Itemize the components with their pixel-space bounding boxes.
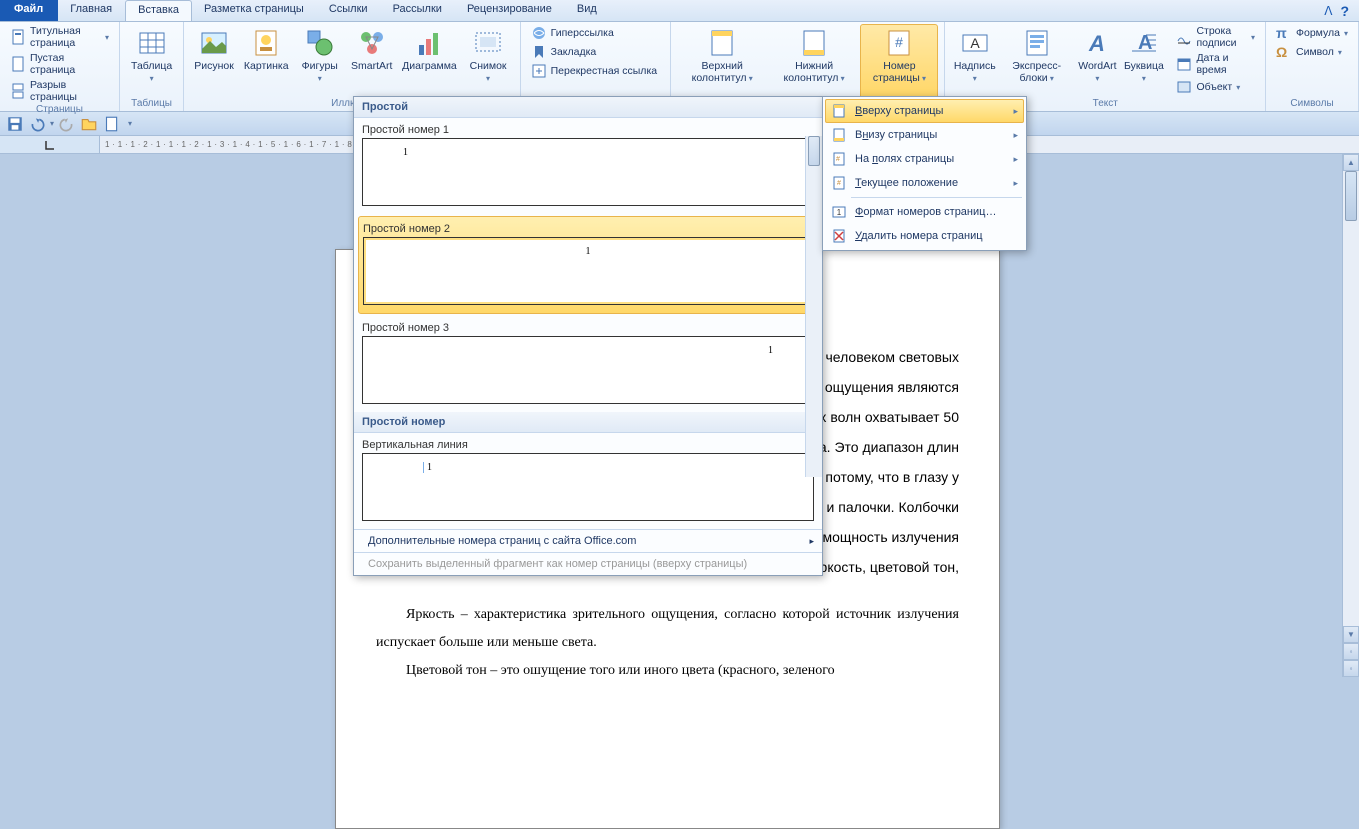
prev-page-icon[interactable]: ◦ — [1343, 643, 1359, 660]
dropcap-button[interactable]: AБуквица — [1121, 24, 1166, 98]
bookmark-button[interactable]: Закладка — [527, 43, 664, 61]
page-number-gallery: Простой Простой номер 1 1 Простой номер … — [353, 96, 823, 576]
new-icon[interactable] — [102, 115, 120, 133]
gallery-item-1[interactable]: Простой номер 1 1 — [354, 118, 822, 214]
open-icon[interactable] — [80, 115, 98, 133]
table-button[interactable]: Таблица — [126, 24, 177, 98]
tab-mailings[interactable]: Рассылки — [381, 0, 455, 21]
symbol-button[interactable]: ΩСимвол — [1272, 43, 1352, 61]
group-symbols: πФормула ΩСимвол Символы — [1266, 22, 1359, 111]
redo-icon[interactable] — [58, 115, 76, 133]
shapes-button[interactable]: Фигуры — [295, 24, 345, 98]
group-label-symbols: Символы — [1272, 98, 1352, 111]
datetime-button[interactable]: Дата и время — [1172, 51, 1259, 77]
menu-top-of-page[interactable]: Вверху страницы▸ — [825, 99, 1024, 123]
menu-bottom-of-page[interactable]: Внизу страницы▸ — [825, 123, 1024, 147]
screenshot-button[interactable]: Снимок — [463, 24, 514, 98]
menu-format-page-numbers[interactable]: 1 Формат номеров страниц… — [825, 200, 1024, 224]
doc-para-3: Цветовой тон – это ошущение того или ино… — [376, 657, 959, 685]
crossref-button[interactable]: Перекрестная ссылка — [527, 62, 664, 80]
help-icon[interactable]: ? — [1340, 3, 1349, 19]
ribbon-tabs: Файл Главная Вставка Разметка страницы С… — [0, 0, 1359, 22]
hyperlink-button[interactable]: Гиперссылка — [527, 24, 664, 42]
menu-remove-page-numbers[interactable]: Удалить номера страниц — [825, 224, 1024, 248]
smartart-button[interactable]: SmartArt — [347, 24, 396, 98]
ruler-tab-selector[interactable] — [0, 136, 100, 153]
tab-file[interactable]: Файл — [0, 0, 58, 21]
textbox-button[interactable]: AНадпись — [951, 24, 998, 98]
object-button[interactable]: Объект — [1172, 78, 1259, 96]
scroll-down-icon[interactable]: ▼ — [1343, 626, 1359, 643]
group-pages: Титульная страница Пустая страница Разры… — [0, 22, 120, 111]
gallery-more-office[interactable]: # Дополнительные номера страниц с сайта … — [354, 529, 822, 552]
qat-customize-icon[interactable]: ▾ — [128, 119, 132, 128]
group-label-tables: Таблицы — [126, 98, 177, 111]
svg-text:#: # — [837, 180, 841, 187]
chart-button[interactable]: Диаграмма — [398, 24, 460, 98]
picture-button[interactable]: Рисунок — [190, 24, 238, 98]
tab-references[interactable]: Ссылки — [317, 0, 381, 21]
gallery-item-4[interactable]: Вертикальная линия 1 — [354, 433, 822, 529]
scroll-up-icon[interactable]: ▲ — [1343, 154, 1359, 171]
page-break-button[interactable]: Разрыв страницы — [6, 78, 113, 104]
signature-line-button[interactable]: Строка подписи — [1172, 24, 1259, 50]
equation-button[interactable]: πФормула — [1272, 24, 1352, 42]
wordart-button[interactable]: AWordArt — [1075, 24, 1119, 98]
svg-text:#: # — [836, 156, 840, 163]
menu-page-margins[interactable]: # На полях страницы▸ — [825, 147, 1024, 171]
gallery-save-selection: Сохранить выделенный фрагмент как номер … — [354, 552, 822, 575]
gallery-header-simple: Простой — [354, 97, 822, 118]
undo-icon[interactable] — [28, 115, 46, 133]
blank-page-button[interactable]: Пустая страница — [6, 51, 113, 77]
tab-insert[interactable]: Вставка — [125, 0, 192, 21]
minimize-ribbon-icon[interactable]: ᐱ — [1324, 4, 1332, 18]
doc-para-2: Яркость – характеристика зрительного ощу… — [376, 601, 959, 657]
next-page-icon[interactable]: ◦ — [1343, 660, 1359, 677]
gallery-item-2[interactable]: Простой номер 2 1 — [358, 216, 818, 314]
tab-layout[interactable]: Разметка страницы — [192, 0, 317, 21]
group-label-pages: Страницы — [6, 104, 113, 117]
menu-current-position[interactable]: # Текущее положение▸ — [825, 171, 1024, 195]
scroll-thumb[interactable] — [1345, 171, 1357, 221]
clipart-button[interactable]: Картинка — [240, 24, 293, 98]
svg-text:#: # — [896, 34, 904, 50]
gallery-header-simple2: Простой номер — [354, 412, 822, 433]
gallery-scrollbar[interactable] — [805, 136, 822, 477]
title-page-button[interactable]: Титульная страница — [6, 24, 113, 50]
group-tables: Таблица Таблицы — [120, 22, 184, 111]
quickparts-button[interactable]: Экспресс-блоки — [1000, 24, 1073, 98]
tab-view[interactable]: Вид — [565, 0, 610, 21]
page-number-menu: Вверху страницы▸ Внизу страницы▸ # На по… — [822, 96, 1027, 251]
save-icon[interactable] — [6, 115, 24, 133]
tab-home[interactable]: Главная — [58, 0, 125, 21]
gallery-item-3[interactable]: Простой номер 3 1 — [354, 316, 822, 412]
svg-text:A: A — [1088, 31, 1105, 56]
svg-text:1: 1 — [837, 208, 842, 217]
tab-review[interactable]: Рецензирование — [455, 0, 565, 21]
vertical-scrollbar[interactable]: ▲ ▼ ◦ ◦ — [1342, 154, 1359, 677]
svg-text:A: A — [970, 35, 980, 51]
